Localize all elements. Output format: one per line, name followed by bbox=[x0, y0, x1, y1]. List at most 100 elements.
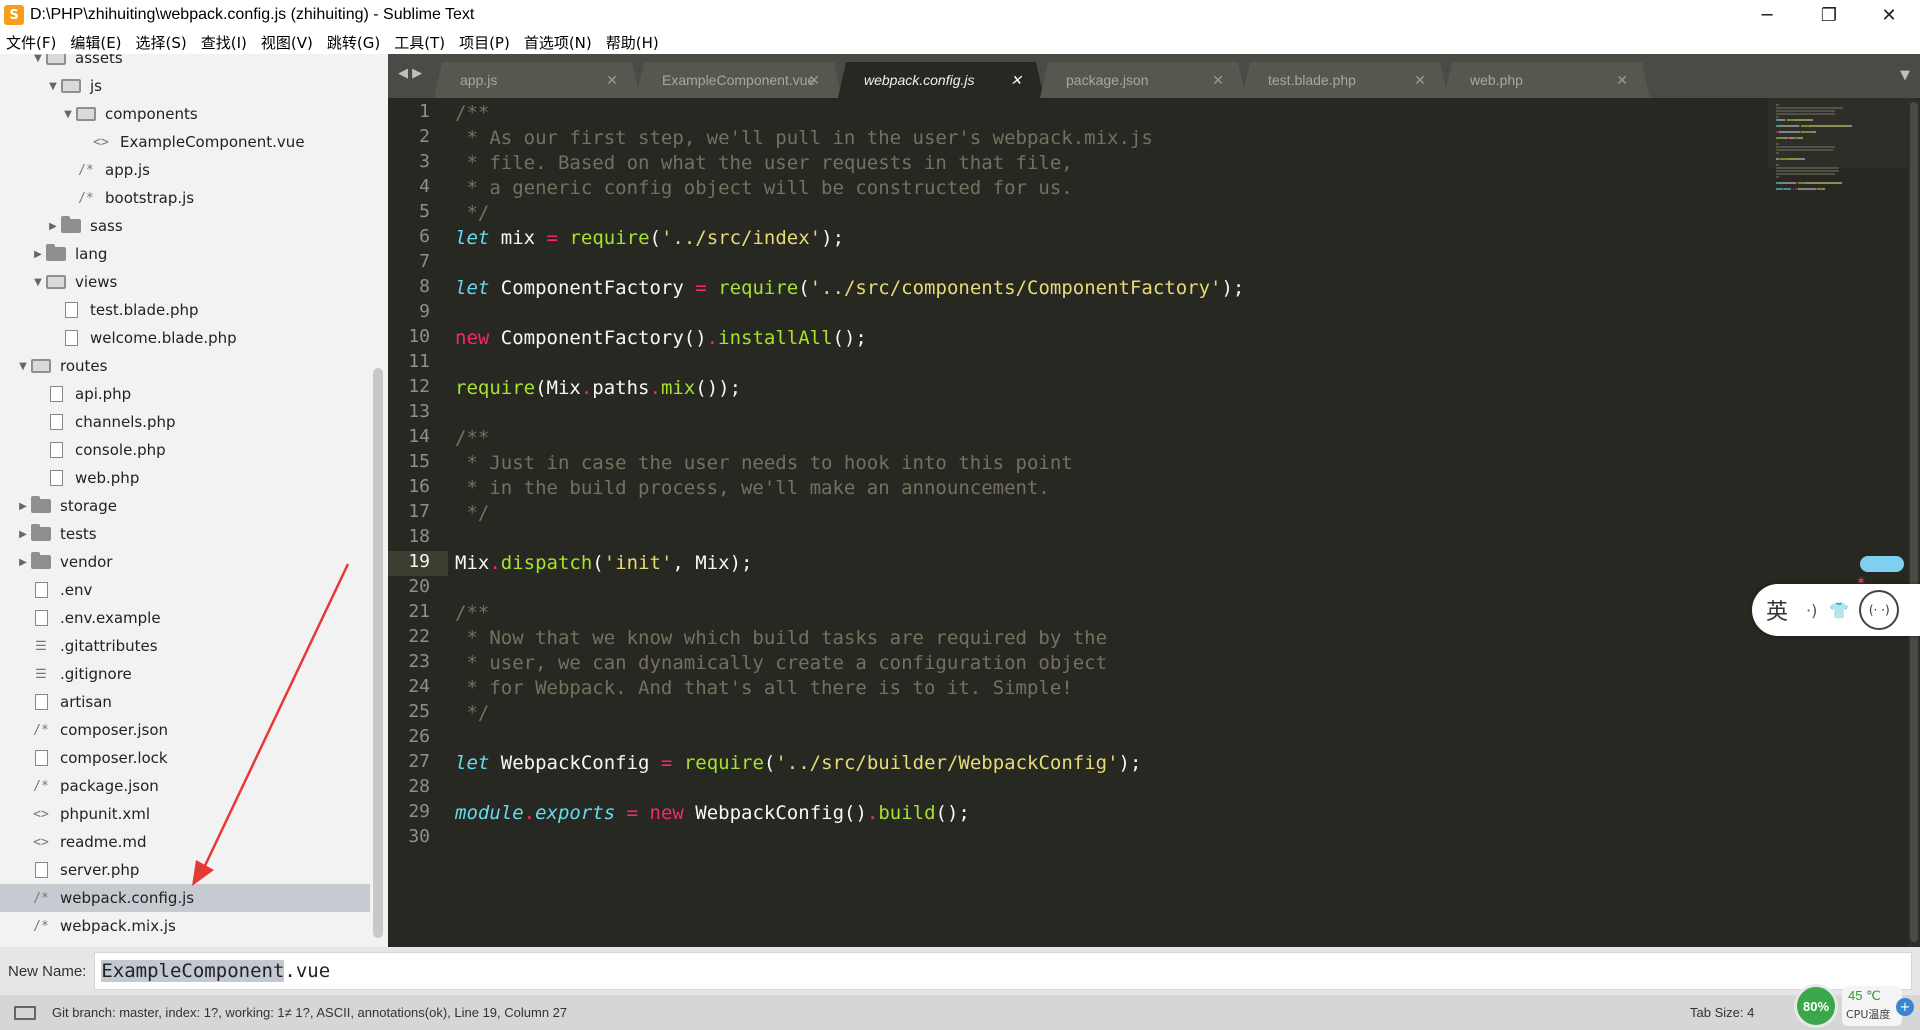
sidebar-item[interactable]: ▼ components bbox=[0, 100, 370, 128]
menu-find[interactable]: 查找(I) bbox=[201, 32, 247, 53]
sidebar-item[interactable]: test.blade.php bbox=[0, 296, 370, 324]
minimize-button[interactable]: ─ bbox=[1738, 0, 1796, 30]
sidebar-item[interactable]: ▼ assets bbox=[0, 54, 370, 72]
tab-dropdown-icon[interactable]: ▼ bbox=[1900, 68, 1910, 83]
tab-close-icon[interactable]: ✕ bbox=[808, 72, 820, 89]
sidebar-item[interactable]: server.php bbox=[0, 856, 370, 884]
menu-project[interactable]: 项目(P) bbox=[459, 32, 510, 53]
menu-help[interactable]: 帮助(H) bbox=[606, 32, 659, 53]
tab-size-indicator[interactable]: Tab Size: 4 bbox=[1690, 1005, 1754, 1020]
sidebar-item[interactable]: .env.example bbox=[0, 604, 370, 632]
menu-selection[interactable]: 选择(S) bbox=[136, 32, 187, 53]
collapsed-arrow-icon[interactable]: ▶ bbox=[31, 249, 45, 260]
sidebar-item[interactable]: <> readme.md bbox=[0, 828, 370, 856]
sidebar-item[interactable]: /* webpack.config.js bbox=[0, 884, 370, 912]
maximize-button[interactable]: ❐ bbox=[1800, 0, 1858, 30]
code-line[interactable]: */ bbox=[455, 701, 489, 726]
sidebar-item[interactable]: artisan bbox=[0, 688, 370, 716]
sidebar-item[interactable]: channels.php bbox=[0, 408, 370, 436]
tab[interactable]: web.php ✕ bbox=[1444, 62, 1650, 98]
menu-goto[interactable]: 跳转(G) bbox=[327, 32, 380, 53]
sidebar-item[interactable]: .env bbox=[0, 576, 370, 604]
tab-close-icon[interactable]: ✕ bbox=[1414, 72, 1426, 89]
sidebar-item[interactable]: ▶ lang bbox=[0, 240, 370, 268]
sidebar-item[interactable]: /* bootstrap.js bbox=[0, 184, 370, 212]
code-line[interactable]: */ bbox=[455, 501, 489, 526]
sidebar-scrollbar-thumb[interactable] bbox=[373, 368, 383, 938]
sidebar-item[interactable]: ▶ sass bbox=[0, 212, 370, 240]
minimap[interactable] bbox=[1768, 98, 1920, 947]
menu-view[interactable]: 视图(V) bbox=[261, 32, 313, 53]
collapsed-arrow-icon[interactable]: ▶ bbox=[46, 221, 60, 232]
ime-mascot-icon[interactable]: (· ·) bbox=[1859, 590, 1900, 630]
new-name-input[interactable]: ExampleComponent .vue bbox=[94, 952, 1913, 990]
sidebar-item[interactable]: ☰ .gitignore bbox=[0, 660, 370, 688]
tab[interactable]: webpack.config.js ✕ bbox=[838, 62, 1044, 98]
code-line[interactable]: new ComponentFactory().installAll(); bbox=[455, 326, 867, 351]
code-line[interactable]: * file. Based on what the user requests … bbox=[455, 151, 1072, 176]
sidebar-item[interactable]: ▶ vendor bbox=[0, 548, 370, 576]
sidebar-item[interactable]: /* package.json bbox=[0, 772, 370, 800]
code-line[interactable]: * Now that we know which build tasks are… bbox=[455, 626, 1107, 651]
collapsed-arrow-icon[interactable]: ▶ bbox=[16, 501, 30, 512]
editor-scrollbar[interactable] bbox=[1908, 98, 1920, 947]
code-line[interactable]: * user, we can dynamically create a conf… bbox=[455, 651, 1107, 676]
cpu-usage-gauge[interactable]: 80% bbox=[1794, 984, 1838, 1028]
sidebar-item[interactable]: /* app.js bbox=[0, 156, 370, 184]
tab-close-icon[interactable]: ✕ bbox=[1616, 72, 1628, 89]
expanded-arrow-icon[interactable]: ▼ bbox=[31, 54, 45, 64]
sidebar-item[interactable]: ▼ js bbox=[0, 72, 370, 100]
sidebar-item[interactable]: ▶ storage bbox=[0, 492, 370, 520]
tab[interactable]: test.blade.php ✕ bbox=[1242, 62, 1448, 98]
collapsed-arrow-icon[interactable]: ▶ bbox=[16, 529, 30, 540]
sidebar-scrollbar[interactable] bbox=[372, 58, 384, 942]
expanded-arrow-icon[interactable]: ▼ bbox=[46, 81, 60, 92]
sidebar-item[interactable]: <> phpunit.xml bbox=[0, 800, 370, 828]
cpu-monitor-widget[interactable]: 80% 45 ℃ CPU温度 + bbox=[1792, 982, 1920, 1030]
code-line[interactable]: let mix = require('../src/index'); bbox=[455, 226, 844, 251]
tab-nav-arrows-icon[interactable]: ◀ ▶ bbox=[398, 66, 422, 81]
menu-tools[interactable]: 工具(T) bbox=[394, 32, 445, 53]
menu-edit[interactable]: 编辑(E) bbox=[70, 32, 121, 53]
ime-toolbar[interactable]: 英 ·) 👕 (· ·) bbox=[1752, 584, 1920, 636]
menu-preferences[interactable]: 首选项(N) bbox=[524, 32, 592, 53]
toggle-panel-icon[interactable] bbox=[14, 1005, 36, 1020]
tab-close-icon[interactable]: ✕ bbox=[1212, 72, 1224, 89]
sidebar-item[interactable]: web.php bbox=[0, 464, 370, 492]
code-line[interactable]: let WebpackConfig = require('../src/buil… bbox=[455, 751, 1141, 776]
sidebar-item[interactable]: ▶ tests bbox=[0, 520, 370, 548]
cpu-expand-icon[interactable]: + bbox=[1896, 998, 1914, 1016]
code-line[interactable]: * for Webpack. And that's all there is t… bbox=[455, 676, 1072, 701]
sidebar-item[interactable]: /* composer.json bbox=[0, 716, 370, 744]
code-line[interactable]: */ bbox=[455, 201, 489, 226]
sidebar-item[interactable]: console.php bbox=[0, 436, 370, 464]
tab[interactable]: ExampleComponent.vue ✕ bbox=[636, 62, 842, 98]
tab[interactable]: app.js ✕ bbox=[434, 62, 640, 98]
ime-moon-icon[interactable]: ·) bbox=[1806, 601, 1817, 620]
code-line[interactable]: /** bbox=[455, 101, 489, 126]
editor-scrollbar-thumb[interactable] bbox=[1910, 102, 1918, 942]
ime-language-toggle[interactable]: 英 bbox=[1766, 594, 1788, 626]
tab-close-icon[interactable]: ✕ bbox=[606, 72, 618, 89]
code-line[interactable]: Mix.dispatch('init', Mix); bbox=[455, 551, 752, 576]
sidebar-item[interactable]: /* webpack.mix.js bbox=[0, 912, 370, 940]
tab[interactable]: package.json ✕ bbox=[1040, 62, 1246, 98]
sidebar-item[interactable]: api.php bbox=[0, 380, 370, 408]
code-line[interactable]: /** bbox=[455, 601, 489, 626]
sidebar-item[interactable]: <> ExampleComponent.vue bbox=[0, 128, 370, 156]
sidebar-item[interactable]: ▼ routes bbox=[0, 352, 370, 380]
code-line[interactable]: * As our first step, we'll pull in the u… bbox=[455, 126, 1152, 151]
code-line[interactable]: let ComponentFactory = require('../src/c… bbox=[455, 276, 1244, 301]
sidebar-item[interactable]: ▼ views bbox=[0, 268, 370, 296]
ime-skin-icon[interactable]: 👕 bbox=[1829, 601, 1849, 620]
sidebar-item[interactable]: composer.lock bbox=[0, 744, 370, 772]
code-line[interactable]: * a generic config object will be constr… bbox=[455, 176, 1072, 201]
tab-close-icon[interactable]: ✕ bbox=[1010, 72, 1022, 89]
code-line[interactable]: /** bbox=[455, 426, 489, 451]
code-area[interactable]: /** * As our first step, we'll pull in t… bbox=[455, 98, 1755, 947]
code-line[interactable]: module.exports = new WebpackConfig().bui… bbox=[455, 801, 970, 826]
menu-file[interactable]: 文件(F) bbox=[6, 32, 56, 53]
expanded-arrow-icon[interactable]: ▼ bbox=[16, 361, 30, 372]
code-line[interactable]: require(Mix.paths.mix()); bbox=[455, 376, 741, 401]
expanded-arrow-icon[interactable]: ▼ bbox=[61, 109, 75, 120]
